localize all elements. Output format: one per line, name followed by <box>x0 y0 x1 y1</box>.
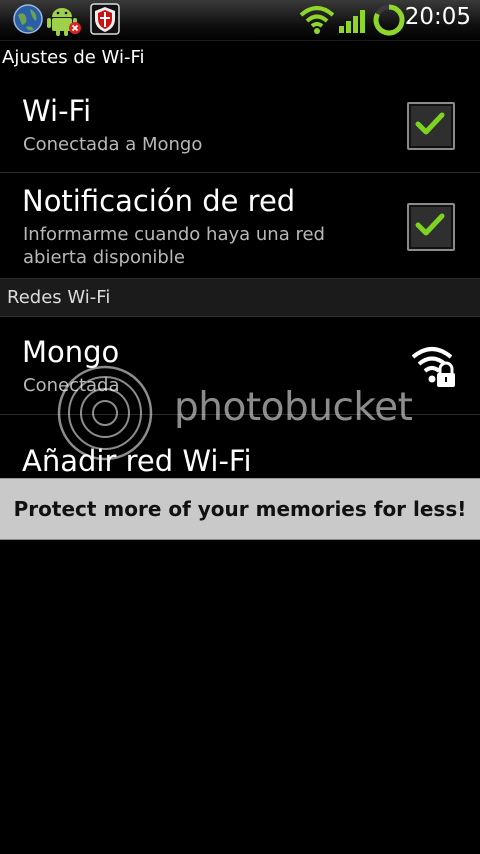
add-network-label: Añadir red Wi-Fi <box>22 444 252 478</box>
wifi-lock-icon <box>410 343 460 393</box>
promo-banner[interactable]: Protect more of your memories for less! <box>0 478 480 540</box>
wifi-title: Wi-Fi <box>22 94 92 128</box>
wifi-subtitle: Conectada a Mongo <box>23 134 203 155</box>
section-header-wifi-networks: Redes Wi-Fi <box>0 279 480 317</box>
page-title: Ajustes de Wi-Fi <box>0 41 480 75</box>
android-debug-icon <box>46 3 82 41</box>
watermark-text: photobucket <box>174 385 413 430</box>
network-notification-row[interactable]: Notificación de red Informarme cuando ha… <box>0 173 480 279</box>
notification-subtitle-line1: Informarme cuando haya una red <box>23 224 325 245</box>
checkmark-icon <box>415 112 445 135</box>
checkmark-icon <box>415 213 445 236</box>
notification-title: Notificación de red <box>22 184 296 218</box>
wifi-toggle-row[interactable]: Wi-Fi Conectada a Mongo <box>0 76 480 173</box>
cell-signal-icon <box>338 8 368 38</box>
globe-icon <box>12 3 44 39</box>
network-name: Mongo <box>22 335 120 369</box>
sync-icon <box>371 2 407 42</box>
status-bar: 20:05 <box>0 0 480 41</box>
wifi-checkbox[interactable] <box>407 102 455 150</box>
shield-app-icon <box>90 3 120 39</box>
network-status: Conectada <box>23 375 120 396</box>
notification-checkbox[interactable] <box>407 203 455 251</box>
wifi-signal-icon <box>299 5 335 39</box>
notification-subtitle-line2: abierta disponible <box>23 247 185 268</box>
clock: 20:05 <box>404 4 471 30</box>
